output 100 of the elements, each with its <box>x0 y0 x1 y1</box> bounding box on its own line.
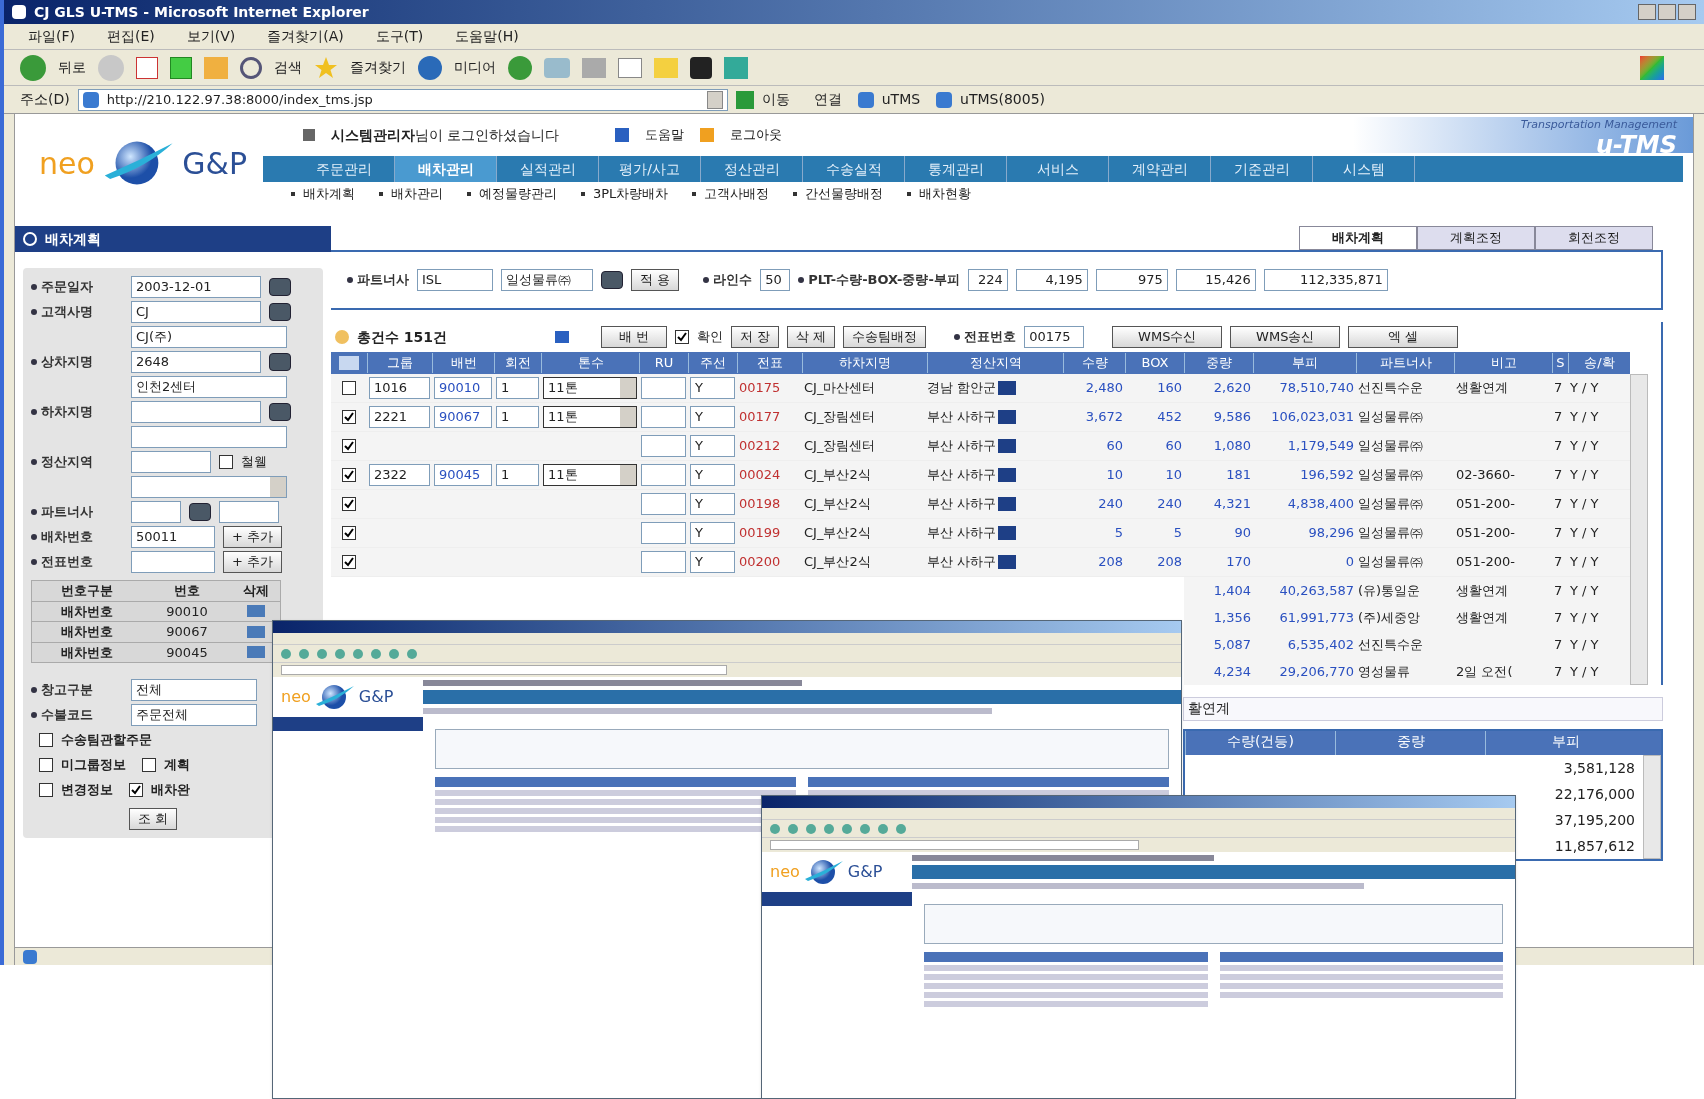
sub-menu-item[interactable]: 3PL차량배차 <box>581 184 669 204</box>
cell-input[interactable] <box>641 435 686 457</box>
input-field[interactable]: 112,335,871 <box>1263 269 1388 291</box>
nav-tab[interactable]: 서비스 <box>1007 156 1109 182</box>
checkbox[interactable] <box>342 526 356 540</box>
sub-menu-item[interactable]: 배차관리 <box>379 184 443 204</box>
cell-input[interactable]: 90010 <box>434 377 492 399</box>
nav-tab[interactable]: 계약관리 <box>1109 156 1211 182</box>
nav-tab[interactable]: 정산관리 <box>701 156 803 182</box>
cell-input[interactable]: Y <box>690 406 735 428</box>
cell-input[interactable]: Y <box>690 551 735 573</box>
input-field[interactable]: 2648 <box>131 351 261 373</box>
checkbox[interactable] <box>342 497 356 511</box>
sub-menu-item[interactable]: 고객사배정 <box>692 184 770 204</box>
input-field[interactable]: 224 <box>967 269 1008 291</box>
input-field[interactable] <box>219 501 279 523</box>
input-field[interactable]: 975 <box>1095 269 1168 291</box>
logout-link[interactable]: 로그아웃 <box>730 125 783 145</box>
checkbox[interactable] <box>675 330 689 344</box>
menu-item[interactable]: 도구(T) <box>375 26 424 47</box>
input-field[interactable] <box>131 451 211 473</box>
action-button[interactable]: WMS송신 <box>1230 326 1341 348</box>
scrollbar[interactable] <box>1630 374 1648 685</box>
cell-input[interactable]: 1 <box>496 464 539 486</box>
cell-input[interactable] <box>641 464 686 486</box>
cell-input[interactable]: 1016 <box>369 377 430 399</box>
number-button[interactable]: 배 번 <box>601 326 667 348</box>
action-button[interactable]: 삭 제 <box>787 326 836 348</box>
table-row[interactable]: 5,087 6,535,402 선진특수운 7 Y / Y <box>1184 631 1630 658</box>
add-button[interactable]: + 추가 <box>223 526 283 548</box>
menu-item[interactable]: 파일(F) <box>28 26 75 47</box>
input-field[interactable]: 일성물류㈜ <box>501 269 593 291</box>
input-field[interactable]: 인천2센터 <box>131 376 287 398</box>
sub-menu-item[interactable]: 배차현황 <box>907 184 972 204</box>
table-row[interactable]: 2221 90067 1 11톤 Y 00177 CJ_장림센터 부산 사하구 3,672 452 9,586 106,023,031 일성물류㈜ 7 Y / Y <box>331 403 1630 432</box>
cell-input[interactable] <box>641 493 686 515</box>
go-button[interactable]: 이동 <box>761 89 790 110</box>
cell-input[interactable]: 2322 <box>369 464 430 486</box>
sub-menu-item[interactable]: 예정물량관리 <box>467 184 557 204</box>
favorites-label[interactable]: 즐겨찾기 <box>350 57 406 78</box>
table-row[interactable]: Y 00198 CJ_부산2식 부산 사하구 240 240 4,321 4,838,400 일성물류㈜ 051-200- 7 Y / Y <box>331 490 1630 519</box>
input-field[interactable] <box>131 501 181 523</box>
add-button[interactable]: + 추가 <box>223 551 283 573</box>
sub-menu-item[interactable]: 배차계획 <box>291 184 355 204</box>
cell-input[interactable]: Y <box>690 377 735 399</box>
table-row[interactable]: 1,404 40,263,587 (유)통일운 생활연계 7 Y / Y <box>1184 577 1630 604</box>
input-field[interactable] <box>131 401 261 423</box>
nav-tab[interactable]: 시스템 <box>1313 156 1415 182</box>
input-field[interactable]: 00175 <box>1024 326 1085 348</box>
menu-item[interactable]: 즐겨찾기(A) <box>267 26 344 47</box>
table-row[interactable]: Y 00212 CJ_장림센터 부산 사하구 60 60 1,080 1,179,549 일성물류㈜ 7 Y / Y <box>331 432 1630 461</box>
cell-input[interactable]: Y <box>690 435 735 457</box>
search-label[interactable]: 검색 <box>274 57 302 78</box>
ton-dropdown[interactable]: 11톤 <box>543 464 637 486</box>
input-field[interactable]: 15,426 <box>1175 269 1256 291</box>
checkbox[interactable] <box>142 758 156 772</box>
input-field[interactable]: 50 <box>760 269 791 291</box>
table-row[interactable]: 4,234 29,206,770 영성물류 2일 오전( 7 Y / Y <box>1184 658 1630 685</box>
action-button[interactable]: WMS수신 <box>1112 326 1223 348</box>
help-link[interactable]: 도움말 <box>645 125 685 145</box>
checkbox[interactable] <box>342 381 356 395</box>
checkbox[interactable] <box>342 468 356 482</box>
table-row[interactable]: 2322 90045 1 11톤 Y 00024 CJ_부산2식 부산 사하구 10 10 181 196,592 일성물류㈜ 02-3660- 7 Y / Y <box>331 461 1630 490</box>
checkbox[interactable] <box>219 455 233 469</box>
dropdown[interactable] <box>131 476 287 498</box>
cell-input[interactable] <box>641 377 686 399</box>
table-row[interactable]: 1,356 61,991,773 (주)세중앙 생활연계 7 Y / Y <box>1184 604 1630 631</box>
input-field[interactable] <box>131 426 287 448</box>
tab[interactable]: 배차계획 <box>1299 226 1417 250</box>
input-field[interactable]: CJ <box>131 301 261 323</box>
search-button[interactable]: 조 회 <box>128 808 178 830</box>
input-field[interactable]: 전체 <box>131 679 257 701</box>
scrollbar[interactable] <box>1643 755 1661 859</box>
tab[interactable]: 계획조정 <box>1417 226 1535 250</box>
input-field[interactable]: 2003-12-01 <box>131 276 261 298</box>
checkbox[interactable] <box>39 783 53 797</box>
star-icon[interactable] <box>314 55 338 80</box>
apply-button[interactable]: 적 용 <box>631 269 680 291</box>
link[interactable]: uTMS(8005) <box>960 89 1046 110</box>
checkbox[interactable] <box>39 733 53 747</box>
cell-input[interactable] <box>641 522 686 544</box>
nav-tab[interactable]: 수송실적 <box>803 156 905 182</box>
cell-input[interactable] <box>641 551 686 573</box>
cell-input[interactable]: Y <box>690 493 735 515</box>
nav-tab[interactable]: 기준관리 <box>1211 156 1313 182</box>
back-label[interactable]: 뒤로 <box>58 57 86 78</box>
input-field[interactable]: 주문전체 <box>131 704 257 726</box>
sub-menu-item[interactable]: 간선물량배정 <box>793 184 884 204</box>
cell-input[interactable]: 2221 <box>369 406 430 428</box>
checkbox[interactable] <box>342 439 356 453</box>
checkbox[interactable] <box>342 555 356 569</box>
menu-item[interactable]: 편집(E) <box>107 26 155 47</box>
action-button[interactable]: 수송팀배정 <box>843 326 927 348</box>
cell-input[interactable]: 90067 <box>434 406 492 428</box>
ton-dropdown[interactable]: 11톤 <box>543 406 637 428</box>
checkbox[interactable] <box>342 410 356 424</box>
checkbox[interactable] <box>129 783 143 797</box>
tab[interactable]: 회전조정 <box>1535 226 1653 250</box>
input-field[interactable]: CJ(주) <box>131 326 287 348</box>
dropdown-icon[interactable] <box>706 90 723 109</box>
